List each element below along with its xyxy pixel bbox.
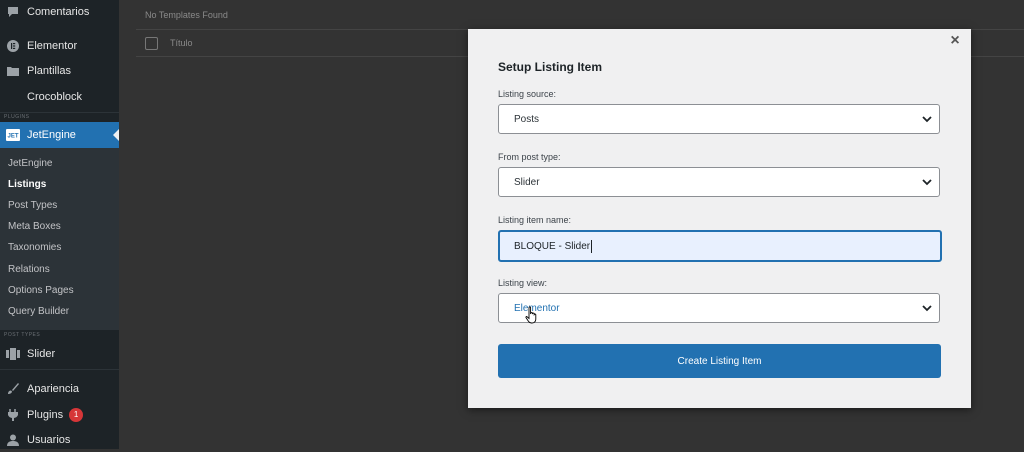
post-types-section-label: POST TYPES: [4, 332, 41, 338]
listing-view-select[interactable]: Elementor: [498, 293, 940, 323]
submenu-listings[interactable]: Listings: [8, 176, 46, 194]
submenu-query-builder[interactable]: Query Builder: [8, 303, 69, 321]
svg-text:JET: JET: [7, 134, 18, 140]
close-icon[interactable]: ×: [947, 33, 963, 49]
post-type-select[interactable]: Slider: [498, 167, 940, 197]
modal-title: Setup Listing Item: [498, 60, 603, 74]
submenu-relations[interactable]: Relations: [8, 261, 50, 279]
menu-usuarios[interactable]: Usuarios: [0, 428, 119, 452]
menu-apariencia[interactable]: Apariencia: [0, 377, 119, 401]
menu-plantillas[interactable]: Plantillas: [0, 59, 119, 83]
chevron-down-icon: [922, 305, 932, 312]
menu-label: JetEngine: [27, 129, 76, 141]
menu-label: Apariencia: [27, 383, 79, 395]
divider: [0, 112, 119, 113]
plug-icon: [6, 408, 20, 422]
menu-crocoblock[interactable]: Crocoblock: [0, 85, 119, 109]
submenu-post-types[interactable]: Post Types: [8, 197, 57, 215]
chevron-down-icon: [922, 116, 932, 123]
jetengine-icon: JET: [6, 128, 20, 142]
slides-icon: [6, 347, 20, 361]
post-type-label: From post type:: [498, 152, 561, 162]
listing-source-label: Listing source:: [498, 89, 557, 99]
chevron-down-icon: [922, 179, 932, 186]
setup-listing-modal: × Setup Listing Item Listing source: Pos…: [468, 29, 971, 408]
hand-cursor-icon: [525, 306, 537, 324]
menu-plugins[interactable]: Plugins 1: [0, 403, 119, 427]
elementor-icon: [6, 39, 20, 53]
menu-label: Crocoblock: [27, 91, 83, 103]
comment-icon: [6, 5, 20, 19]
submenu-meta-boxes[interactable]: Meta Boxes: [8, 218, 61, 236]
menu-label: Plugins: [27, 409, 64, 421]
menu-jetengine[interactable]: JET JetEngine: [0, 122, 119, 148]
active-menu-pointer: [113, 129, 119, 141]
menu-label: Plantillas: [27, 65, 72, 77]
folder-icon: [6, 64, 20, 78]
menu-comentarios[interactable]: Comentarios: [0, 0, 119, 24]
select-all-checkbox[interactable]: [145, 36, 158, 50]
text-caret: [591, 239, 593, 253]
submenu-jetengine[interactable]: JetEngine: [8, 155, 52, 173]
selected-value: Slider: [514, 176, 540, 188]
paintbrush-icon: [6, 382, 20, 396]
user-icon: [6, 433, 20, 447]
menu-slider[interactable]: Slider: [0, 342, 119, 366]
title-column-header[interactable]: Título: [170, 38, 193, 48]
listing-view-label: Listing view:: [498, 278, 548, 288]
crocoblock-icon: [6, 90, 20, 104]
item-name-label: Listing item name:: [498, 215, 572, 225]
listing-item-name-input[interactable]: BLOQUE - Slider: [498, 230, 942, 262]
no-templates-row: No Templates Found: [136, 0, 1024, 30]
listing-source-select[interactable]: Posts: [498, 104, 940, 134]
menu-label: Slider: [27, 348, 56, 360]
menu-elementor[interactable]: Elementor: [0, 34, 119, 58]
submenu-options-pages[interactable]: Options Pages: [8, 282, 74, 300]
input-value: BLOQUE - Slider: [514, 240, 591, 252]
create-listing-item-button[interactable]: Create Listing Item: [498, 344, 941, 378]
update-count-badge: 1: [69, 408, 84, 422]
menu-label: Comentarios: [27, 6, 90, 18]
empty-message: No Templates Found: [145, 9, 228, 20]
submenu-taxonomies[interactable]: Taxonomies: [8, 239, 61, 257]
jetengine-submenu: JetEngine Listings Post Types Meta Boxes…: [0, 148, 119, 330]
menu-label: Elementor: [27, 40, 78, 52]
plugins-section-label: PLUGINS: [4, 114, 30, 120]
menu-label: Usuarios: [27, 434, 71, 446]
admin-sidebar: Comentarios Elementor Plantillas Crocobl…: [0, 0, 119, 449]
divider: [0, 369, 119, 370]
selected-value: Posts: [514, 113, 540, 125]
